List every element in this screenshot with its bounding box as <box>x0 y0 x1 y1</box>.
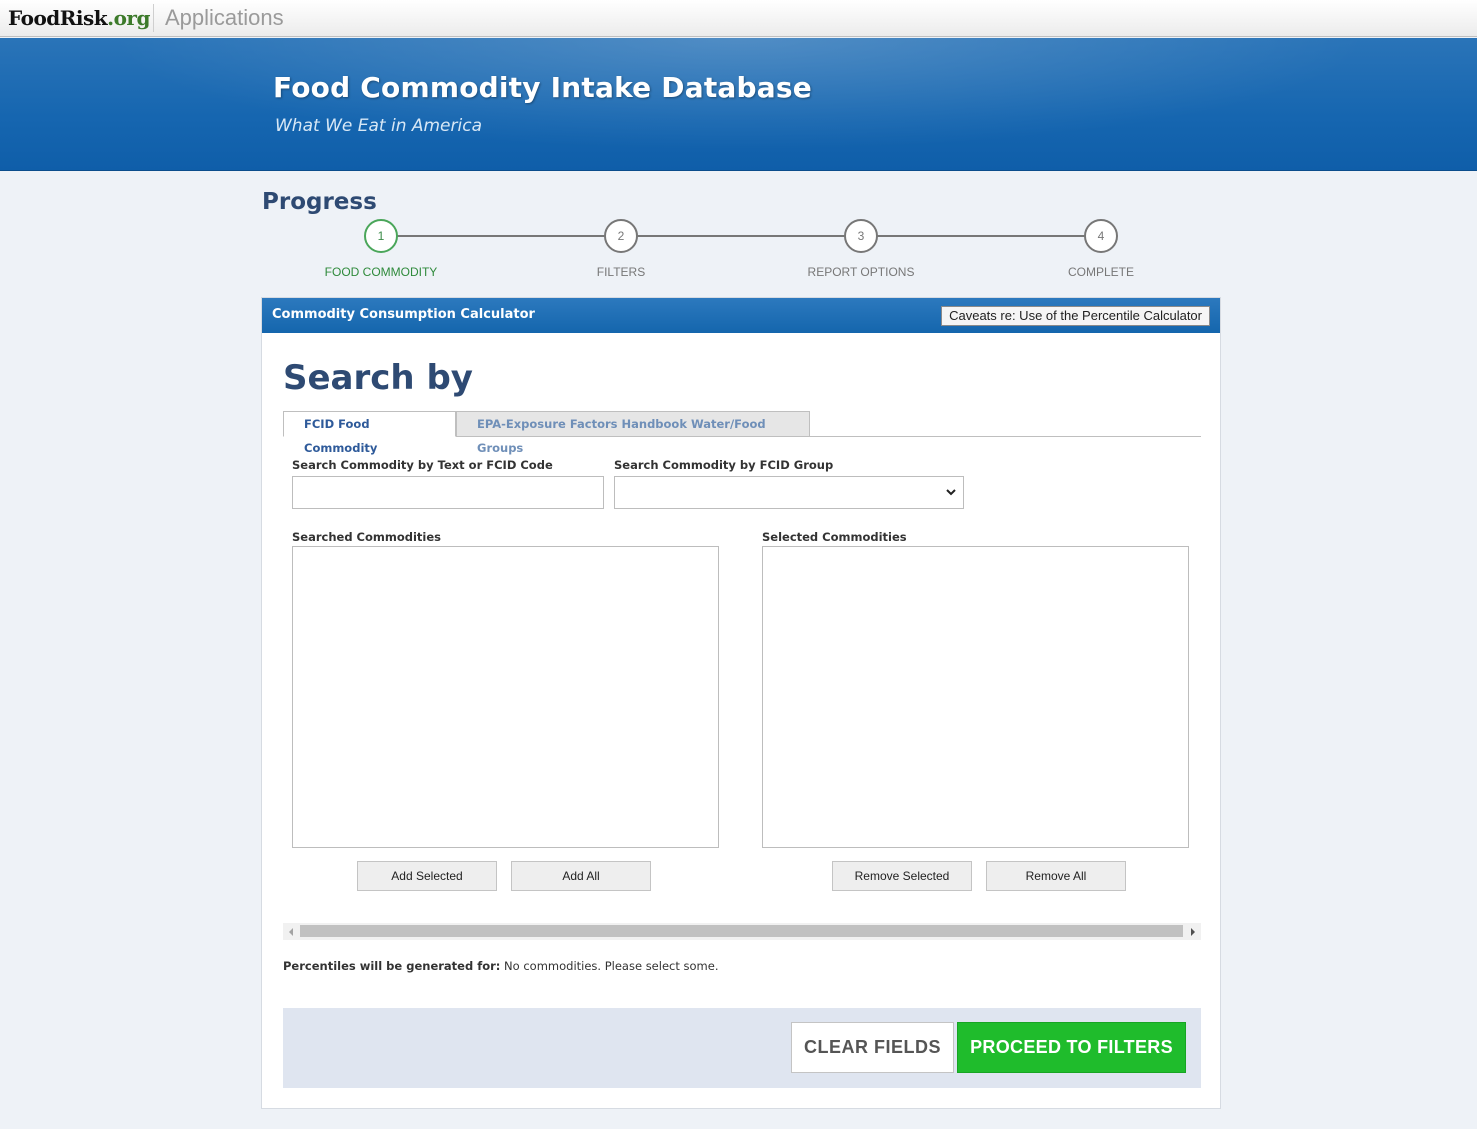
search-text-label: Search Commodity by Text or FCID Code <box>292 458 553 472</box>
tab-fcid-food-commodity[interactable]: FCID Food Commodity <box>283 411 456 455</box>
remove-all-button[interactable]: Remove All <box>986 861 1126 891</box>
percentiles-summary: Percentiles will be generated for: No co… <box>283 959 718 973</box>
top-bar: FoodRisk.org Applications <box>0 0 1477 37</box>
panel-header: Commodity Consumption Calculator Caveats… <box>262 298 1220 333</box>
horizontal-scrollbar[interactable] <box>283 923 1201 940</box>
step-4-label: COMPLETE <box>1067 265 1134 279</box>
logo-main-text: FoodRisk <box>8 6 108 30</box>
selected-commodities-label: Selected Commodities <box>762 530 907 544</box>
banner-title: Food Commodity Intake Database <box>273 71 812 104</box>
search-by-heading: Search by <box>283 358 473 398</box>
step-3-label: REPORT OPTIONS <box>807 265 915 279</box>
banner-subtitle: What We Eat in America <box>275 116 482 136</box>
scroll-right-icon[interactable] <box>1185 923 1201 940</box>
progress-title: Progress <box>262 189 377 215</box>
selected-commodities-list[interactable] <box>762 546 1189 848</box>
percentiles-value: No commodities. Please select some. <box>504 959 719 973</box>
calculator-panel: Commodity Consumption Calculator Caveats… <box>261 297 1221 1109</box>
header-banner: Food Commodity Intake Database What We E… <box>0 38 1477 171</box>
search-text-input[interactable] <box>292 476 604 509</box>
percentiles-prefix: Percentiles will be generated for: <box>283 959 501 973</box>
chevron-down-icon <box>946 489 956 496</box>
logo-tld-text: .org <box>107 6 150 30</box>
searched-commodities-label: Searched Commodities <box>292 530 442 544</box>
search-tabs: FCID Food Commodity EPA-Exposure Factors… <box>283 411 1201 455</box>
add-selected-button[interactable]: Add Selected <box>357 861 497 891</box>
fcid-group-select[interactable] <box>614 476 964 509</box>
proceed-to-filters-button[interactable]: PROCEED TO FILTERS <box>957 1022 1186 1073</box>
action-bar: CLEAR FIELDS PROCEED TO FILTERS <box>283 1008 1201 1088</box>
panel-header-title: Commodity Consumption Calculator <box>272 307 535 322</box>
step-2-label: FILTERS <box>596 265 646 279</box>
remove-selected-button[interactable]: Remove Selected <box>832 861 972 891</box>
applications-link[interactable]: Applications <box>165 5 284 31</box>
step-1-label: FOOD COMMODITY <box>324 265 438 279</box>
step-4-circle: 4 <box>1084 219 1118 253</box>
searched-commodities-list[interactable] <box>292 546 719 848</box>
topbar-divider <box>153 4 154 32</box>
add-all-button[interactable]: Add All <box>511 861 651 891</box>
foodrisk-logo[interactable]: FoodRisk.org <box>8 6 150 30</box>
scroll-left-icon[interactable] <box>283 923 299 940</box>
clear-fields-button[interactable]: CLEAR FIELDS <box>791 1022 954 1073</box>
step-2-circle: 2 <box>604 219 638 253</box>
caveats-button[interactable]: Caveats re: Use of the Percentile Calcul… <box>941 306 1210 326</box>
tab-epa-exposure-factors[interactable]: EPA-Exposure Factors Handbook Water/Food… <box>456 411 810 455</box>
progress-track <box>380 235 1102 237</box>
step-3-circle: 3 <box>844 219 878 253</box>
step-1-circle: 1 <box>364 219 398 253</box>
scrollbar-thumb[interactable] <box>300 925 1183 937</box>
search-group-label: Search Commodity by FCID Group <box>614 458 834 472</box>
